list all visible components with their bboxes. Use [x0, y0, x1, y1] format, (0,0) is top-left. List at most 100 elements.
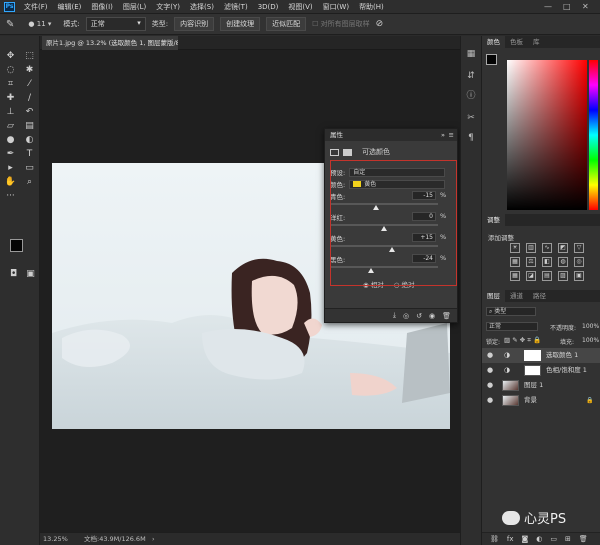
create-texture-button[interactable]: 创建纹理: [220, 17, 261, 31]
brush-size-picker[interactable]: ● 11 ▾: [28, 20, 51, 28]
fill-value[interactable]: 100%: [582, 337, 599, 344]
menu-filter[interactable]: 滤镜(T): [224, 2, 248, 12]
foreground-color-swatch[interactable]: [10, 239, 23, 252]
close-button[interactable]: ✕: [582, 2, 589, 11]
color-fg-swatch[interactable]: [486, 54, 497, 65]
photo-filter-icon[interactable]: ◍: [558, 257, 568, 267]
menu-help[interactable]: 帮助(H): [359, 2, 384, 12]
layer-row[interactable]: ● ◑ 选取颜色 1: [482, 348, 600, 363]
doc-size-readout[interactable]: 文档:43.9M/126.6M: [84, 533, 146, 545]
layer-row[interactable]: ● ◑ 色相/饱和度 1: [482, 363, 600, 378]
content-aware-button[interactable]: 内容识别: [174, 17, 215, 31]
color-lookup-icon[interactable]: ▦: [510, 271, 520, 281]
black-white-icon[interactable]: ◧: [542, 257, 552, 267]
new-group-icon[interactable]: ▭: [550, 535, 557, 543]
eye-icon[interactable]: ●: [487, 393, 493, 408]
layer-name[interactable]: 背景: [524, 393, 537, 408]
eyedropper-tool-icon[interactable]: ⁄: [23, 78, 36, 91]
layer-name[interactable]: 色相/饱和度 1: [546, 363, 587, 378]
menu-select[interactable]: 选择(S): [190, 2, 214, 12]
gradient-tool-icon[interactable]: ▤: [23, 120, 36, 133]
menu-type[interactable]: 文字(Y): [156, 2, 180, 12]
hue-slider[interactable]: [589, 60, 598, 210]
eye-icon[interactable]: ●: [487, 363, 493, 378]
lock-icons[interactable]: ▨ ✎ ✥ ⌗ 🔒: [504, 336, 541, 345]
collapse-icon[interactable]: »: [441, 129, 445, 141]
path-select-tool-icon[interactable]: ▸: [4, 162, 17, 175]
history-icon[interactable]: ▦: [465, 48, 477, 60]
quick-select-tool-icon[interactable]: ✱: [23, 64, 36, 77]
threshold-icon[interactable]: ▨: [558, 271, 568, 281]
layer-row[interactable]: ● 图层 1: [482, 378, 600, 393]
type-tool-icon[interactable]: T: [23, 148, 36, 161]
tab-libraries[interactable]: 库: [528, 36, 545, 48]
proximity-match-button[interactable]: 近似匹配: [266, 17, 307, 31]
selective-color-icon[interactable]: ▣: [574, 271, 584, 281]
menu-layer[interactable]: 图层(L): [123, 2, 146, 12]
menu-image[interactable]: 图像(I): [91, 2, 113, 12]
hand-tool-icon[interactable]: ✋: [4, 176, 17, 189]
link-layers-icon[interactable]: ⛓: [490, 535, 499, 543]
pressure-icon[interactable]: ⊘: [376, 19, 384, 29]
lasso-tool-icon[interactable]: ◌: [4, 64, 17, 77]
layer-thumbnail[interactable]: [502, 380, 519, 391]
quick-mask-icon[interactable]: ◘: [7, 268, 20, 281]
curves-icon[interactable]: ∿: [542, 243, 552, 253]
new-adjustment-icon[interactable]: ◐: [536, 535, 542, 543]
channel-mixer-icon[interactable]: ◎: [574, 257, 584, 267]
brightness-icon[interactable]: ☀: [510, 243, 520, 253]
eye-icon[interactable]: ●: [487, 378, 493, 393]
layer-thumbnail[interactable]: [502, 395, 519, 406]
tab-adjustments[interactable]: 调整: [482, 214, 505, 226]
zoom-tool-icon[interactable]: ⌕: [23, 176, 36, 189]
maximize-button[interactable]: □: [563, 2, 571, 11]
reset-icon[interactable]: ↺: [416, 312, 422, 320]
info-icon[interactable]: ⓘ: [465, 90, 477, 102]
menu-edit[interactable]: 编辑(E): [58, 2, 82, 12]
hue-saturation-icon[interactable]: ▦: [510, 257, 520, 267]
zoom-readout[interactable]: 13.25%: [43, 533, 68, 545]
tool-presets-icon[interactable]: ✂: [465, 112, 477, 124]
marquee-tool-icon[interactable]: ⬚: [23, 50, 36, 63]
color-field[interactable]: [507, 60, 587, 210]
eraser-tool-icon[interactable]: ▱: [4, 120, 17, 133]
adjust-icon[interactable]: ⇵: [465, 70, 477, 82]
delete-layer-icon[interactable]: 🗑: [579, 535, 588, 543]
menu-view[interactable]: 视图(V): [288, 2, 312, 12]
visibility-toggle-icon[interactable]: ◉: [429, 312, 435, 320]
delete-adjustment-icon[interactable]: 🗑: [442, 312, 451, 320]
menu-3d[interactable]: 3D(D): [258, 3, 279, 11]
pen-tool-icon[interactable]: ✒: [4, 148, 17, 161]
new-layer-icon[interactable]: ⊞: [565, 535, 571, 543]
paragraph-icon[interactable]: ¶: [465, 132, 477, 144]
mask-icon[interactable]: [343, 148, 352, 156]
mode-dropdown[interactable]: 正常 ▾: [85, 17, 146, 31]
adjustment-icon[interactable]: [330, 148, 339, 156]
panel-menu-icon[interactable]: ≡: [449, 129, 454, 141]
layer-name[interactable]: 选取颜色 1: [546, 348, 578, 363]
color-balance-icon[interactable]: ⚖: [526, 257, 536, 267]
opacity-value[interactable]: 100%: [582, 323, 599, 330]
levels-icon[interactable]: ▥: [526, 243, 536, 253]
invert-icon[interactable]: ◪: [526, 271, 536, 281]
crop-tool-icon[interactable]: ⌗: [4, 78, 17, 91]
exposure-icon[interactable]: ◩: [558, 243, 568, 253]
layer-filter-dropdown[interactable]: ⌕ 类型: [486, 307, 536, 316]
layer-mask-thumbnail[interactable]: [524, 350, 541, 361]
move-tool-icon[interactable]: ✥: [4, 50, 17, 63]
tab-color[interactable]: 颜色: [482, 36, 505, 48]
layer-mask-thumbnail[interactable]: [524, 365, 541, 376]
posterize-icon[interactable]: ▤: [542, 271, 552, 281]
history-brush-tool-icon[interactable]: ↶: [23, 106, 36, 119]
vibrance-icon[interactable]: ▽: [574, 243, 584, 253]
dodge-tool-icon[interactable]: ◐: [23, 134, 36, 147]
clone-stamp-tool-icon[interactable]: ⊥: [4, 106, 17, 119]
healing-brush-tool-icon[interactable]: ✚: [4, 92, 17, 105]
tab-channels[interactable]: 通道: [505, 290, 528, 302]
clip-to-layer-icon[interactable]: ⤓: [393, 311, 396, 320]
fx-icon[interactable]: fx: [507, 535, 514, 543]
tab-swatches[interactable]: 色板: [505, 36, 528, 48]
tab-layers[interactable]: 图层: [482, 290, 505, 302]
healing-brush-icon[interactable]: ✎: [6, 19, 14, 30]
blur-tool-icon[interactable]: ●: [4, 134, 17, 147]
